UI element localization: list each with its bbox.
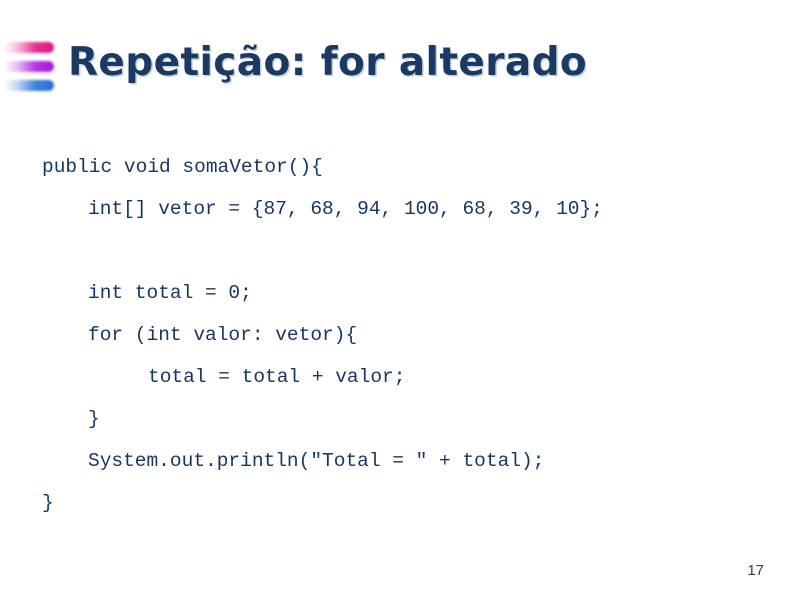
bullet-bar-blue: [4, 80, 54, 91]
three-bar-gradient-bullet-icon: [4, 40, 58, 96]
code-line: total = total + valor;: [148, 366, 406, 388]
code-line: }: [42, 492, 54, 514]
page-title: Repetição: for alterado: [68, 40, 588, 85]
slide-title-row: Repetição: for alterado: [0, 34, 794, 106]
code-listing: public void somaVetor(){ int[] vetor = {8…: [42, 146, 772, 524]
code-line: public void somaVetor(){: [42, 156, 323, 178]
code-line: for (int valor: vetor){: [88, 324, 358, 346]
slide-canvas: Repetição: for alterado public void soma…: [0, 0, 794, 595]
code-line: System.out.println("Total = " + total);: [88, 450, 545, 472]
code-line: int[] vetor = {87, 68, 94, 100, 68, 39, …: [88, 198, 603, 220]
bullet-bar-pink: [4, 42, 54, 53]
page-number: 17: [747, 562, 764, 579]
code-line: }: [88, 408, 100, 430]
bullet-bar-purple: [4, 61, 54, 72]
code-line: int total = 0;: [88, 282, 252, 304]
